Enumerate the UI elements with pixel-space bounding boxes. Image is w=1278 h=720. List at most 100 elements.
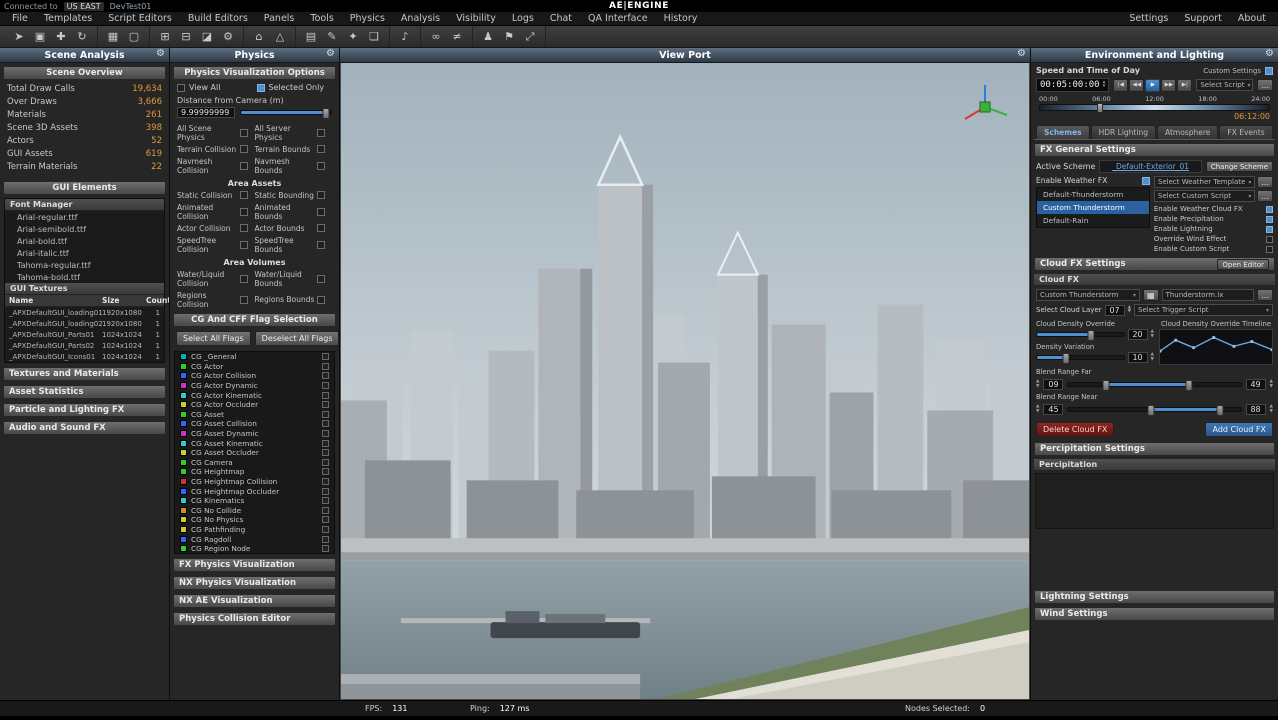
font-list-item[interactable]: Arial-bold.ttf — [5, 235, 164, 247]
node-graph-icon[interactable]: ✦ — [343, 28, 363, 46]
gui-textures-header[interactable]: GUI Textures — [5, 283, 164, 295]
section-wind-settings[interactable]: Wind Settings — [1034, 607, 1275, 621]
flag-row[interactable]: CG Region Node — [175, 544, 334, 554]
change-scheme-button[interactable]: Change Scheme — [1206, 161, 1273, 172]
density-override-spinner[interactable]: ▲▼ — [1151, 330, 1154, 339]
density-override-value[interactable]: 20 — [1128, 329, 1148, 340]
checkbox[interactable] — [322, 536, 329, 543]
blend-far-min-value[interactable]: 09 — [1043, 379, 1063, 390]
flag-row[interactable]: CG Actor Collision — [175, 371, 334, 381]
section-lightning-settings[interactable]: Lightning Settings — [1034, 590, 1275, 604]
skip-end-button[interactable]: ▶| — [1177, 79, 1192, 92]
cloud-preset-dropdown[interactable]: Custom Thunderstorm ▾ — [1036, 289, 1140, 301]
cloud-layer-value[interactable]: 07 — [1105, 305, 1125, 316]
blend-far-slider[interactable] — [1067, 382, 1241, 387]
menu-item-physics[interactable]: Physics — [342, 13, 393, 24]
checkbox[interactable] — [322, 382, 329, 389]
checkbox[interactable] — [322, 449, 329, 456]
section-physics-visualization-options[interactable]: Physics Visualization Options — [173, 66, 336, 80]
terrain-icon[interactable]: △ — [270, 28, 290, 46]
checkbox[interactable] — [322, 392, 329, 399]
checkbox[interactable] — [322, 411, 329, 418]
blend-near-max-value[interactable]: 88 — [1246, 404, 1266, 415]
checkbox[interactable] — [322, 372, 329, 379]
checkbox[interactable] — [240, 208, 248, 216]
flag-row[interactable]: CG Ragdoll — [175, 534, 334, 544]
blend-far-handle-min[interactable] — [1103, 380, 1110, 391]
checkbox[interactable] — [317, 224, 325, 232]
select-custom-script-dropdown[interactable]: Select Custom Script ▾ — [1154, 190, 1255, 202]
character-icon[interactable]: ♟ — [478, 28, 498, 46]
grid-icon[interactable]: ▦ — [103, 28, 123, 46]
gear-icon[interactable]: ⚙ — [1017, 48, 1026, 59]
blend-near-min-value[interactable]: 45 — [1043, 404, 1063, 415]
gear-icon[interactable]: ⚙ — [1265, 48, 1274, 59]
weather-scheme-item-default-rain[interactable]: Default-Rain — [1037, 214, 1149, 227]
pose-icon[interactable]: ⤢ — [520, 28, 540, 46]
menu-item-history[interactable]: History — [656, 13, 706, 24]
weather-template-browse-button[interactable]: ... — [1257, 176, 1273, 188]
section-asset-statistics[interactable]: Asset Statistics — [3, 385, 166, 399]
step-forward-button[interactable]: ▶▶ — [1161, 79, 1176, 92]
distance-slider[interactable] — [240, 110, 332, 115]
viewport-3d-scene[interactable] — [340, 63, 1030, 700]
script-icon[interactable]: ❏ — [364, 28, 384, 46]
texture-row[interactable]: _APXDefaultGUI_Parts011024x10241 — [5, 329, 164, 340]
audio-icon[interactable]: ♪ — [395, 28, 415, 46]
checkbox[interactable] — [317, 191, 325, 199]
checkbox[interactable] — [317, 296, 325, 304]
checkbox[interactable] — [322, 488, 329, 495]
flag-row[interactable]: CG Actor Kinematic — [175, 390, 334, 400]
flag-row[interactable]: CG Asset Kinematic — [175, 438, 334, 448]
flag-row[interactable]: CG Pathfinding — [175, 525, 334, 535]
delete-cloud-fx-button[interactable]: Delete Cloud FX — [1036, 422, 1114, 437]
snap-grid-icon[interactable]: ⊞ — [155, 28, 175, 46]
flag-row[interactable]: CG Asset Collision — [175, 419, 334, 429]
move-tool-icon[interactable]: ✚ — [51, 28, 71, 46]
tab-atmosphere[interactable]: Atmosphere — [1157, 125, 1218, 139]
flag-row[interactable]: CG Actor Occluder — [175, 400, 334, 410]
checkbox[interactable] — [322, 478, 329, 485]
checkbox[interactable] — [317, 241, 325, 249]
unlink-icon[interactable]: ≠ — [447, 28, 467, 46]
view-all-checkbox[interactable] — [177, 84, 185, 92]
play-button[interactable]: ▶ — [1145, 79, 1160, 92]
section-particle-and-lighting-fx[interactable]: Particle and Lighting FX — [3, 403, 166, 417]
section-audio-and-sound-fx[interactable]: Audio and Sound FX — [3, 421, 166, 435]
checkbox[interactable] — [317, 129, 325, 137]
blend-far-min-spinner[interactable]: ▲▼ — [1036, 380, 1039, 389]
checkbox[interactable] — [317, 145, 325, 153]
blend-near-min-spinner[interactable]: ▲▼ — [1036, 405, 1039, 414]
font-list-item[interactable]: Tahoma-bold.ttf — [5, 271, 164, 283]
marquee-select-icon[interactable]: ▣ — [30, 28, 50, 46]
flag-row[interactable]: CG Camera — [175, 458, 334, 468]
flag-row[interactable]: CG _General — [175, 352, 334, 362]
density-variation-spinner[interactable]: ▲▼ — [1151, 353, 1154, 362]
density-variation-value[interactable]: 10 — [1128, 352, 1148, 363]
checkbox[interactable] — [240, 162, 248, 170]
spin-down-icon[interactable]: ▼ — [1103, 85, 1106, 90]
skip-start-button[interactable]: |◀ — [1113, 79, 1128, 92]
menu-item-settings[interactable]: Settings — [1121, 13, 1176, 24]
checkbox[interactable] — [240, 275, 248, 283]
step-back-button[interactable]: ◀◀ — [1129, 79, 1144, 92]
menu-item-qa-interface[interactable]: QA Interface — [580, 13, 656, 24]
menu-item-build-editors[interactable]: Build Editors — [180, 13, 256, 24]
texture-row[interactable]: _APXDefaultGUI_loading021920x10801 — [5, 318, 164, 329]
time-of-day-display[interactable]: 00:05:00:00 ▲ ▼ — [1036, 78, 1109, 92]
checkbox[interactable] — [322, 526, 329, 533]
weather-scheme-item-default-thunderstorm[interactable]: Default-Thunderstorm — [1037, 188, 1149, 201]
checkbox[interactable] — [240, 224, 248, 232]
menu-item-logs[interactable]: Logs — [504, 13, 542, 24]
menu-item-about[interactable]: About — [1230, 13, 1274, 24]
open-editor-button[interactable]: Open Editor — [1217, 259, 1269, 270]
flag-row[interactable]: CG Kinematics — [175, 496, 334, 506]
checkbox[interactable] — [322, 401, 329, 408]
checkbox[interactable] — [240, 129, 248, 137]
section-fx-general-settings[interactable]: FX General Settings — [1034, 143, 1275, 157]
axis-gizmo[interactable] — [959, 81, 1011, 127]
walk-icon[interactable]: ⚑ — [499, 28, 519, 46]
cloud-density-timeline-graph[interactable] — [1159, 329, 1273, 365]
save-icon[interactable]: ▦ — [1143, 289, 1159, 301]
section-percipitation-settings[interactable]: Percipitation Settings — [1034, 442, 1275, 456]
